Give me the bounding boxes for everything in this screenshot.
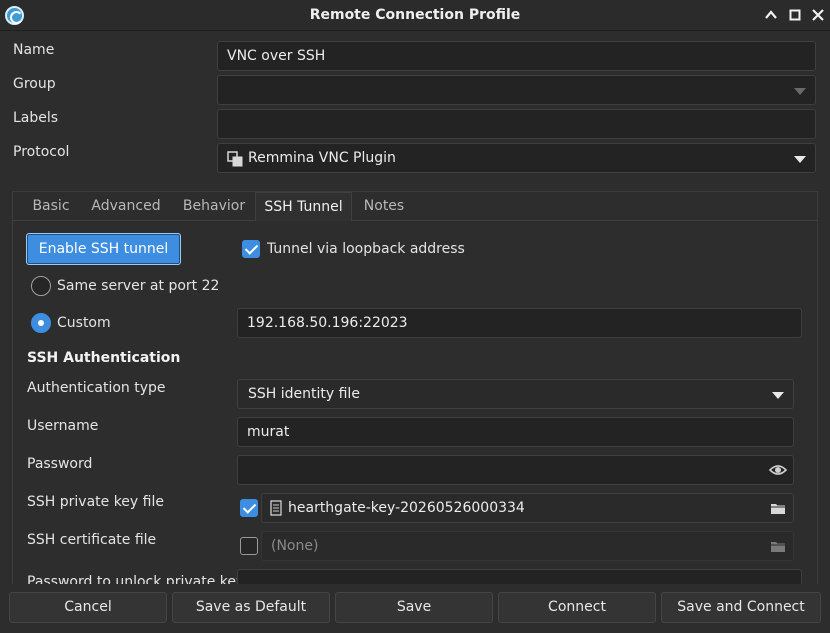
certificate-label: SSH certificate file bbox=[27, 532, 157, 548]
auth-type-value: SSH identity file bbox=[248, 386, 360, 402]
chevron-down-icon bbox=[772, 392, 784, 399]
tab-behavior[interactable]: Behavior bbox=[174, 192, 254, 221]
window-title: Remote Connection Profile bbox=[309, 7, 521, 23]
labels-label: Labels bbox=[13, 110, 59, 126]
certificate-value: (None) bbox=[271, 538, 319, 554]
chevron-down-icon bbox=[794, 88, 806, 95]
protocol-label: Protocol bbox=[13, 144, 70, 160]
save-and-connect-button[interactable]: Save and Connect bbox=[661, 592, 821, 623]
private-key-file-chooser[interactable]: hearthgate-key-20260526000334 bbox=[261, 493, 794, 523]
auth-type-label: Authentication type bbox=[27, 380, 166, 396]
group-combo[interactable] bbox=[217, 75, 816, 105]
tab-ssh-tunnel[interactable]: SSH Tunnel bbox=[255, 192, 352, 221]
private-key-value: hearthgate-key-20260526000334 bbox=[288, 500, 525, 516]
password-field[interactable] bbox=[237, 455, 794, 485]
connect-button[interactable]: Connect bbox=[498, 592, 656, 623]
labels-field[interactable] bbox=[217, 109, 816, 139]
save-button[interactable]: Save bbox=[335, 592, 493, 623]
ssh-auth-heading: SSH Authentication bbox=[27, 350, 181, 366]
eye-icon[interactable] bbox=[769, 462, 787, 478]
folder-icon bbox=[771, 542, 785, 552]
tab-basic[interactable]: Basic bbox=[21, 192, 81, 221]
custom-label: Custom bbox=[57, 315, 111, 331]
loopback-checkbox[interactable] bbox=[242, 240, 260, 258]
auth-type-combo[interactable]: SSH identity file bbox=[237, 379, 794, 409]
certificate-checkbox[interactable] bbox=[240, 537, 258, 555]
maximize-icon[interactable] bbox=[787, 7, 803, 23]
certificate-file-chooser[interactable]: (None) bbox=[261, 531, 794, 561]
cancel-button[interactable]: Cancel bbox=[9, 592, 167, 623]
minimize-icon[interactable] bbox=[763, 7, 779, 23]
tab-advanced[interactable]: Advanced bbox=[85, 192, 167, 221]
custom-server-value: 192.168.50.196:22023 bbox=[247, 315, 408, 331]
custom-server-field[interactable]: 192.168.50.196:22023 bbox=[237, 308, 802, 338]
protocol-value: Remmina VNC Plugin bbox=[248, 150, 396, 166]
protocol-combo[interactable]: Remmina VNC Plugin bbox=[217, 143, 816, 173]
close-icon[interactable] bbox=[810, 7, 826, 23]
private-key-checkbox[interactable] bbox=[240, 499, 258, 517]
tab-notes[interactable]: Notes bbox=[354, 192, 414, 221]
private-key-label: SSH private key file bbox=[27, 494, 164, 510]
same-server-label: Same server at port 22 bbox=[57, 278, 220, 294]
title-bar: Remote Connection Profile bbox=[0, 0, 830, 31]
password-label: Password bbox=[27, 456, 93, 472]
chevron-down-icon bbox=[794, 156, 806, 163]
file-icon bbox=[270, 500, 282, 516]
same-server-radio[interactable] bbox=[31, 276, 51, 296]
name-value: VNC over SSH bbox=[227, 48, 326, 64]
vnc-plugin-icon bbox=[227, 151, 243, 167]
save-as-default-button[interactable]: Save as Default bbox=[172, 592, 330, 623]
username-field[interactable]: murat bbox=[237, 417, 794, 447]
custom-radio[interactable] bbox=[31, 313, 51, 333]
username-label: Username bbox=[27, 418, 99, 434]
loopback-label: Tunnel via loopback address bbox=[267, 241, 465, 257]
name-label: Name bbox=[13, 42, 55, 58]
group-label: Group bbox=[13, 76, 56, 92]
enable-ssh-tunnel-button[interactable]: Enable SSH tunnel bbox=[26, 233, 181, 265]
name-field[interactable]: VNC over SSH bbox=[217, 41, 816, 71]
username-value: murat bbox=[247, 424, 290, 440]
folder-icon bbox=[771, 504, 785, 514]
